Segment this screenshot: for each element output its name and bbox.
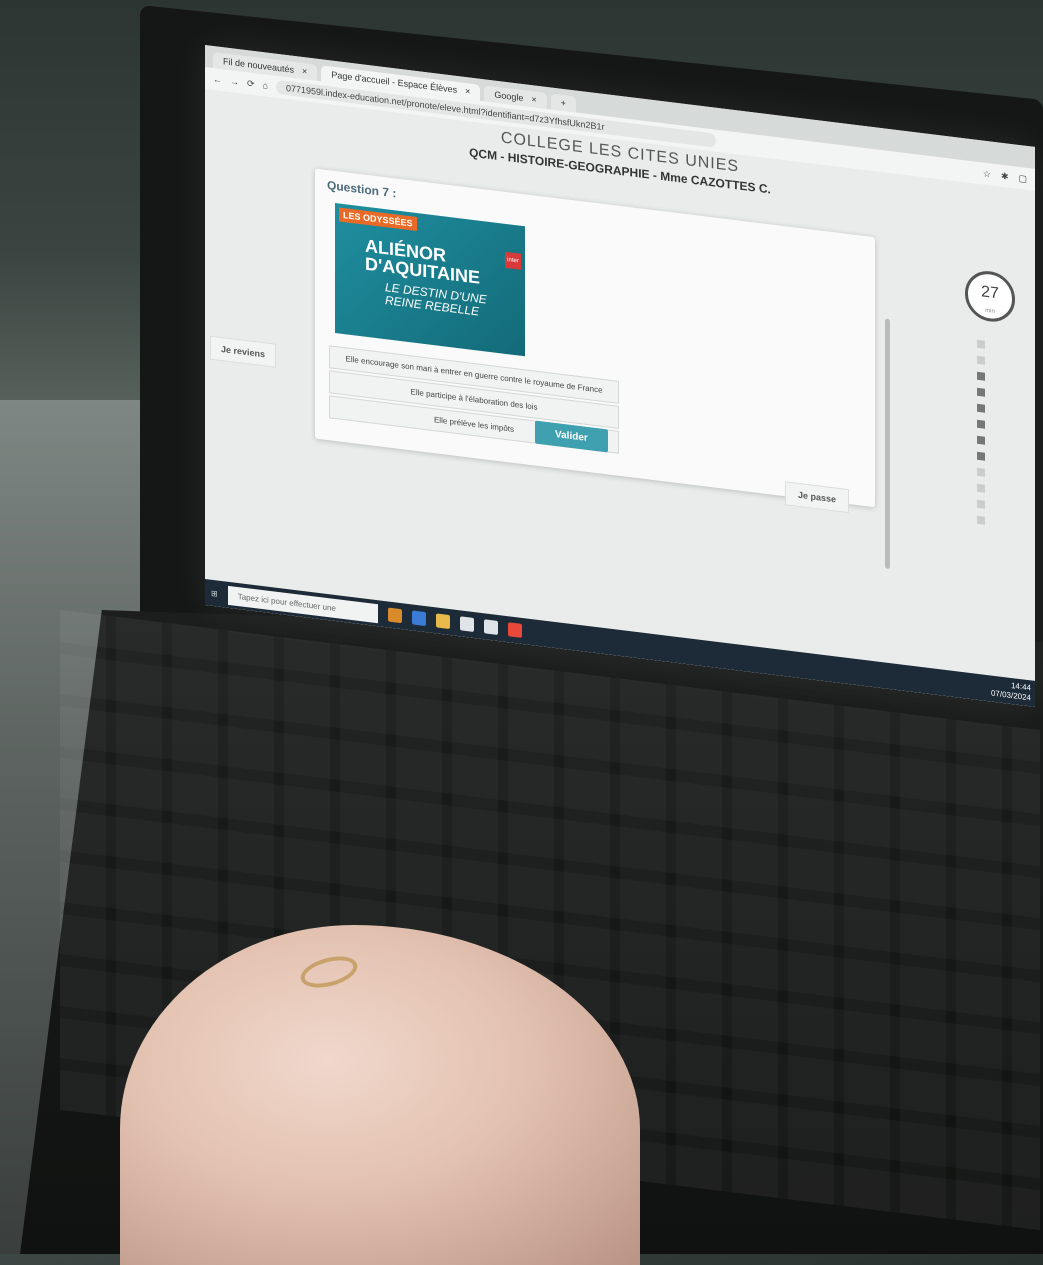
progress-step [977, 339, 985, 349]
timer-value: 27 [981, 283, 999, 303]
question-image: LES ODYSSÉES ALIÉNOR D'AQUITAINE LE DEST… [335, 202, 525, 357]
extensions-icon[interactable]: ✱ [1001, 170, 1009, 182]
new-tab-button[interactable]: + [550, 93, 576, 113]
home-icon[interactable]: ⌂ [263, 80, 268, 91]
scrollbar[interactable] [885, 318, 890, 570]
laptop-screen: Fil de nouveautés × Page d'accueil - Espa… [205, 45, 1035, 707]
progress-step [977, 451, 985, 461]
question-card: Question 7 : LES ODYSSÉES ALIÉNOR D'AQUI… [315, 168, 875, 508]
taskbar-clock[interactable]: 14:44 07/03/2024 [991, 679, 1031, 704]
star-icon[interactable]: ☆ [983, 168, 991, 180]
progress-step [977, 499, 985, 509]
folder-icon[interactable] [435, 613, 450, 630]
poster-series: LES ODYSSÉES [339, 207, 417, 231]
progress-step [977, 483, 985, 493]
progress-step [977, 515, 985, 525]
store-icon[interactable] [459, 616, 474, 632]
progress-step [977, 371, 985, 381]
channel-logo: inter [505, 251, 521, 270]
back-button[interactable]: Je reviens [210, 335, 277, 368]
timer: 27 min [965, 268, 1015, 325]
progress-step [977, 387, 985, 397]
windows-start-icon[interactable]: ⊞ [211, 588, 218, 598]
progress-step [977, 403, 985, 413]
edge-icon[interactable] [411, 610, 426, 627]
chrome-icon[interactable] [507, 622, 522, 638]
question-label: Question 7 : [327, 177, 397, 201]
close-icon[interactable]: × [465, 86, 470, 97]
back-icon[interactable]: ← [213, 74, 222, 85]
mail-icon[interactable] [483, 619, 498, 635]
close-icon[interactable]: × [302, 66, 307, 77]
progress-step [977, 355, 985, 365]
sidebar-icon[interactable]: ▢ [1018, 172, 1027, 184]
forward-icon[interactable]: → [230, 76, 239, 87]
question-progress [977, 339, 987, 533]
timer-unit: min [985, 307, 995, 315]
progress-step [977, 435, 985, 445]
progress-step [977, 467, 985, 477]
close-icon[interactable]: × [531, 94, 536, 105]
progress-step [977, 419, 985, 429]
app-icon[interactable] [387, 607, 402, 624]
reload-icon[interactable]: ⟳ [247, 78, 255, 90]
